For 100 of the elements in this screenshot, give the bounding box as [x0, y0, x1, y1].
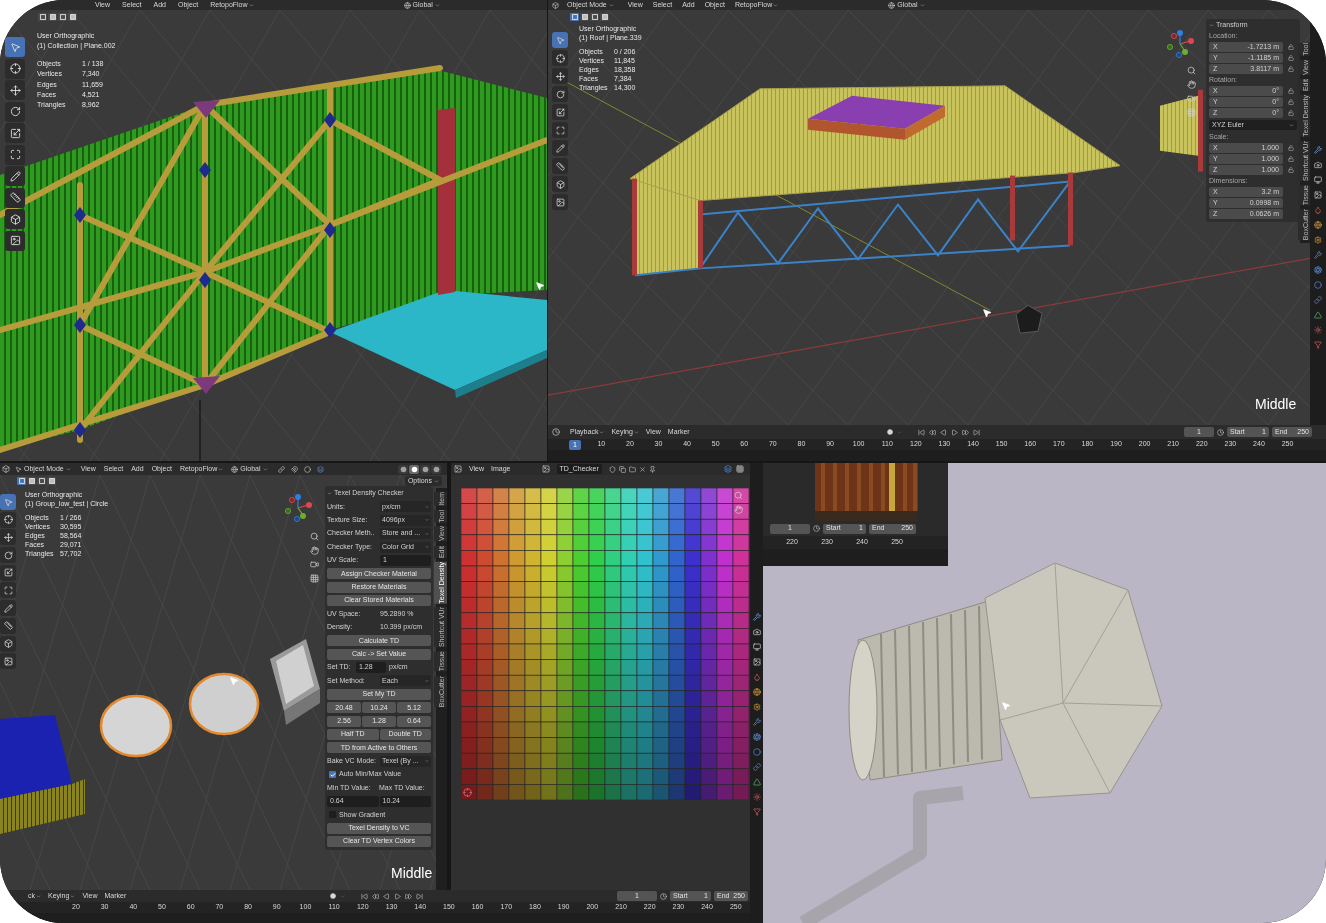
- fast-forward-icon[interactable]: [405, 892, 412, 900]
- clock-icon[interactable]: [813, 525, 820, 532]
- circle-icon[interactable]: [303, 465, 311, 473]
- select-mode-button[interactable]: [17, 477, 26, 485]
- camera-icon[interactable]: [310, 560, 319, 569]
- triangle-icon[interactable]: [1314, 311, 1322, 319]
- filter-icon[interactable]: [752, 808, 761, 816]
- tool-button[interactable]: [552, 68, 568, 84]
- camera-icon[interactable]: [1187, 94, 1196, 103]
- clock-icon[interactable]: [660, 892, 667, 900]
- skip-forward-icon[interactable]: [973, 428, 980, 436]
- hand-icon[interactable]: [1187, 80, 1196, 89]
- skip-back-icon[interactable]: [361, 892, 368, 900]
- droplet-icon[interactable]: [752, 673, 761, 681]
- gear-icon[interactable]: [752, 703, 761, 711]
- cube-icon[interactable]: [2, 465, 10, 473]
- zoom-icon[interactable]: [1187, 66, 1196, 75]
- rewind-icon[interactable]: [372, 892, 379, 900]
- padlock-icon[interactable]: [1288, 145, 1294, 151]
- globe-icon[interactable]: [231, 465, 239, 473]
- folder-icon[interactable]: [628, 465, 636, 473]
- select-mode-button[interactable]: [580, 13, 589, 21]
- hand-icon[interactable]: [310, 546, 319, 555]
- checkbox[interactable]: [329, 771, 336, 779]
- select-mode-button[interactable]: [38, 13, 47, 21]
- tool-button[interactable]: [5, 230, 25, 251]
- globe-icon[interactable]: [888, 1, 896, 9]
- monitor-icon[interactable]: [752, 643, 761, 651]
- monitor-icon[interactable]: [1314, 176, 1322, 184]
- record-dot-icon[interactable]: [330, 893, 336, 899]
- grid-icon[interactable]: [310, 574, 319, 583]
- magnet-icon[interactable]: [290, 465, 298, 473]
- grid-icon[interactable]: [736, 465, 744, 473]
- select-mode-button[interactable]: [570, 13, 579, 21]
- aperture-icon[interactable]: [752, 733, 761, 741]
- tool-button[interactable]: [0, 600, 16, 617]
- clock-icon[interactable]: [1217, 428, 1224, 436]
- skip-forward-icon[interactable]: [416, 892, 423, 900]
- sun-icon[interactable]: [752, 793, 761, 801]
- rewind-icon[interactable]: [929, 428, 936, 436]
- play-icon[interactable]: [951, 428, 958, 436]
- camera-icon[interactable]: [1314, 161, 1322, 169]
- wrench-icon[interactable]: [1314, 146, 1322, 154]
- select-mode-button[interactable]: [600, 13, 609, 21]
- tool-button[interactable]: [5, 187, 25, 208]
- tool-button[interactable]: [552, 158, 568, 174]
- reverse-play-icon[interactable]: [940, 428, 947, 436]
- select-mode-button[interactable]: [590, 13, 599, 21]
- link-icon[interactable]: [1314, 296, 1322, 304]
- close-icon[interactable]: [638, 465, 646, 473]
- padlock-icon[interactable]: [1288, 110, 1294, 116]
- tool-button[interactable]: [5, 101, 25, 122]
- padlock-icon[interactable]: [1288, 66, 1294, 72]
- skip-back-icon[interactable]: [918, 428, 925, 436]
- select-mode-button[interactable]: [37, 477, 46, 485]
- link-icon[interactable]: [752, 763, 761, 771]
- select-mode-button[interactable]: [68, 13, 77, 21]
- record-dot-icon[interactable]: [887, 429, 893, 435]
- axis-gizmo-icon[interactable]: [283, 493, 313, 523]
- tool-button[interactable]: [552, 140, 568, 156]
- image-icon[interactable]: [541, 465, 550, 473]
- wrench-icon[interactable]: [752, 718, 761, 726]
- padlock-icon[interactable]: [1288, 99, 1294, 105]
- image-icon[interactable]: [752, 658, 761, 666]
- tool-button[interactable]: [552, 176, 568, 192]
- wrench-icon[interactable]: [1314, 251, 1322, 259]
- select-mode-button[interactable]: [58, 13, 67, 21]
- reverse-play-icon[interactable]: [383, 892, 390, 900]
- layers-icon[interactable]: [316, 465, 324, 473]
- tool-button[interactable]: [0, 547, 16, 564]
- sun-icon[interactable]: [1314, 326, 1322, 334]
- image-icon[interactable]: [1314, 191, 1322, 199]
- play-icon[interactable]: [394, 892, 401, 900]
- zoom-icon[interactable]: [310, 532, 319, 541]
- filter-icon[interactable]: [1314, 341, 1322, 349]
- padlock-icon[interactable]: [1288, 44, 1294, 50]
- tool-button[interactable]: [552, 104, 568, 120]
- tool-button[interactable]: [552, 50, 568, 66]
- tool-button[interactable]: [552, 194, 568, 210]
- tool-button[interactable]: [5, 166, 25, 186]
- tool-button[interactable]: [0, 653, 16, 670]
- aperture-icon[interactable]: [1314, 266, 1322, 274]
- shield-icon[interactable]: [608, 465, 616, 473]
- tool-button[interactable]: [5, 144, 25, 165]
- select-mode-button[interactable]: [27, 477, 36, 485]
- triangle-icon[interactable]: [752, 778, 761, 786]
- camera-icon[interactable]: [752, 628, 761, 636]
- wrench-icon[interactable]: [752, 613, 761, 621]
- padlock-icon[interactable]: [1288, 167, 1294, 173]
- pin-icon[interactable]: [648, 465, 656, 473]
- padlock-icon[interactable]: [1288, 55, 1294, 61]
- droplet-icon[interactable]: [1314, 206, 1322, 214]
- tool-button[interactable]: [5, 58, 25, 79]
- tool-button[interactable]: [0, 529, 16, 546]
- cube-icon[interactable]: [552, 1, 559, 9]
- tool-button[interactable]: [5, 209, 25, 229]
- tool-button[interactable]: [5, 123, 25, 143]
- tool-button[interactable]: [552, 86, 568, 102]
- globe-icon[interactable]: [1314, 221, 1322, 229]
- globe-icon[interactable]: [752, 688, 761, 696]
